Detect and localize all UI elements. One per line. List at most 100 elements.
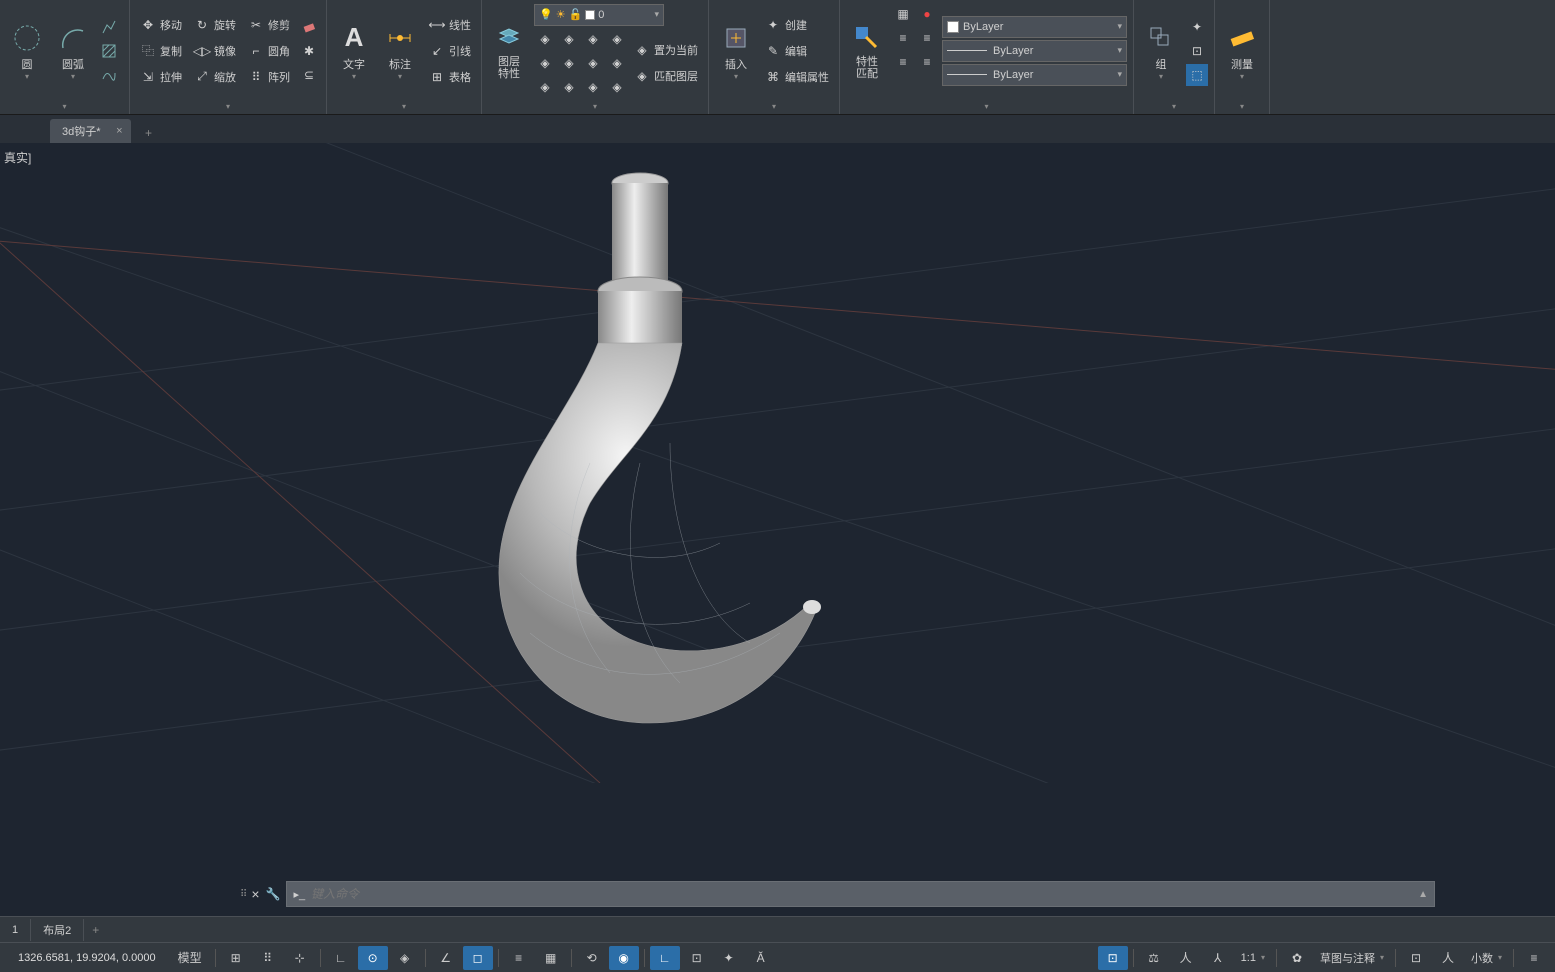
linetype-dropdown[interactable]: ByLayer bbox=[942, 64, 1127, 86]
prop-ic5[interactable]: ≡ bbox=[892, 51, 914, 73]
otrack-toggle[interactable]: ∠ bbox=[431, 946, 461, 970]
layout-tab-1[interactable]: 1 bbox=[0, 919, 31, 941]
panel-util-label[interactable] bbox=[1221, 98, 1263, 114]
offset-icon[interactable]: ⊆ bbox=[298, 64, 320, 86]
layer-ic2[interactable]: ◈ bbox=[558, 28, 580, 50]
stretch-button[interactable]: ⇲拉伸 bbox=[136, 65, 186, 89]
infer-toggle[interactable]: ⊹ bbox=[285, 946, 315, 970]
cmd-customize-icon[interactable]: 🔧 bbox=[266, 887, 281, 901]
gear-icon[interactable]: ✿ bbox=[1282, 946, 1312, 970]
layer-ic7[interactable]: ◈ bbox=[582, 52, 604, 74]
tab-add[interactable]: + bbox=[137, 123, 161, 143]
coordinates[interactable]: 1326.6581, 19.9204, 0.0000 bbox=[6, 952, 168, 964]
anno-auto-icon[interactable]: ⅄ bbox=[1203, 946, 1233, 970]
linear-button[interactable]: ⟷线性 bbox=[425, 13, 475, 37]
panel-draw-label[interactable] bbox=[6, 98, 123, 114]
layer-ic12[interactable]: ◈ bbox=[606, 76, 628, 98]
lw-toggle[interactable]: ≡ bbox=[504, 946, 534, 970]
prop-ic3[interactable]: ≡ bbox=[892, 27, 914, 49]
layer-ic8[interactable]: ◈ bbox=[606, 52, 628, 74]
move-button[interactable]: ✥移动 bbox=[136, 13, 186, 37]
polar-toggle[interactable]: ⊙ bbox=[358, 946, 388, 970]
scale-dropdown[interactable]: 1:1 bbox=[1235, 946, 1271, 970]
arc-button[interactable]: 圆弧 ▾ bbox=[52, 3, 94, 98]
color-dropdown[interactable]: ByLayer bbox=[942, 16, 1127, 38]
spline-icon[interactable] bbox=[98, 64, 120, 86]
erase-icon[interactable] bbox=[298, 16, 320, 38]
prop-ic1[interactable]: ▦ bbox=[892, 3, 914, 25]
rotate-button[interactable]: ↻旋转 bbox=[190, 13, 240, 37]
workspace-dropdown[interactable]: 草图与注释 bbox=[1314, 946, 1390, 970]
osnap-toggle[interactable]: ◻ bbox=[463, 946, 493, 970]
copy-button[interactable]: ⿻复制 bbox=[136, 39, 186, 63]
group-ic1[interactable]: ✦ bbox=[1186, 16, 1208, 38]
scale-button[interactable]: ⤢缩放 bbox=[190, 65, 240, 89]
document-tab[interactable]: 3d钩子* × bbox=[50, 119, 131, 143]
dim-button[interactable]: 标注▾ bbox=[379, 3, 421, 98]
panel-block-label[interactable] bbox=[715, 98, 833, 114]
fillet-button[interactable]: ⌐圆角 bbox=[244, 39, 294, 63]
match-layer-button[interactable]: ◈匹配图层 bbox=[630, 64, 702, 88]
panel-annot-label[interactable] bbox=[333, 98, 475, 114]
command-input[interactable] bbox=[311, 887, 1428, 901]
layer-ic11[interactable]: ◈ bbox=[582, 76, 604, 98]
group-ic3[interactable]: ⬚ bbox=[1186, 64, 1208, 86]
anno-vis-icon[interactable]: 人 bbox=[1171, 946, 1201, 970]
panel-layer-label[interactable] bbox=[488, 98, 702, 114]
trim-button[interactable]: ✂修剪 bbox=[244, 13, 294, 37]
cycle-toggle[interactable]: ⟲ bbox=[577, 946, 607, 970]
layer-ic4[interactable]: ◈ bbox=[606, 28, 628, 50]
circle-button[interactable]: 圆 ▾ bbox=[6, 3, 48, 98]
polyline-icon[interactable] bbox=[98, 16, 120, 38]
matchprops-button[interactable]: 特性 匹配 bbox=[846, 3, 888, 98]
insert-button[interactable]: 插入▾ bbox=[715, 3, 757, 98]
array-button[interactable]: ⠿阵列 bbox=[244, 65, 294, 89]
ann-toggle[interactable]: Ă bbox=[746, 946, 776, 970]
prop-ic2[interactable]: ● bbox=[916, 3, 938, 25]
create-block-button[interactable]: ✦创建 bbox=[761, 13, 833, 37]
layer-ic9[interactable]: ◈ bbox=[534, 76, 556, 98]
units-dropdown[interactable]: 小数 bbox=[1465, 946, 1508, 970]
cmd-history-up[interactable]: ▲ bbox=[1418, 889, 1428, 900]
layer-dropdown[interactable]: 💡 ☀ 🔓 0 bbox=[534, 4, 664, 26]
panel-modify-label[interactable] bbox=[136, 98, 320, 114]
lineweight-dropdown[interactable]: ByLayer bbox=[942, 40, 1127, 62]
layer-ic1[interactable]: ◈ bbox=[534, 28, 556, 50]
make-current-button[interactable]: ◈置为当前 bbox=[630, 38, 702, 62]
iso-toggle[interactable]: ◈ bbox=[390, 946, 420, 970]
3dosnap-toggle[interactable]: ◉ bbox=[609, 946, 639, 970]
layer-ic3[interactable]: ◈ bbox=[582, 28, 604, 50]
prop-ic4[interactable]: ≡ bbox=[916, 27, 938, 49]
layer-ic5[interactable]: ◈ bbox=[534, 52, 556, 74]
qp-toggle[interactable]: ⊡ bbox=[1098, 946, 1128, 970]
transp-toggle[interactable]: ▦ bbox=[536, 946, 566, 970]
cmd-close[interactable]: × bbox=[251, 886, 259, 902]
hatch-icon[interactable] bbox=[98, 40, 120, 62]
cmd-drag-handle[interactable]: ⠿ bbox=[240, 889, 245, 900]
edit-block-button[interactable]: ✎编辑 bbox=[761, 39, 833, 63]
snap-toggle[interactable]: ⠿ bbox=[253, 946, 283, 970]
monitor-icon[interactable]: ⊡ bbox=[1401, 946, 1431, 970]
person-icon[interactable]: 人 bbox=[1433, 946, 1463, 970]
ducs-toggle[interactable]: ∟ bbox=[650, 946, 680, 970]
measure-button[interactable]: 测量▾ bbox=[1221, 3, 1263, 98]
gizmo-toggle[interactable]: ✦ bbox=[714, 946, 744, 970]
sc-toggle[interactable]: ⊡ bbox=[682, 946, 712, 970]
grid-toggle[interactable]: ⊞ bbox=[221, 946, 251, 970]
viewport[interactable]: 真实] bbox=[0, 143, 1555, 783]
tab-close[interactable]: × bbox=[116, 125, 122, 137]
panel-props-label[interactable] bbox=[846, 98, 1127, 114]
layer-ic6[interactable]: ◈ bbox=[558, 52, 580, 74]
layerprops-button[interactable]: 图层 特性 bbox=[488, 3, 530, 98]
customize-statusbar[interactable]: ≡ bbox=[1519, 946, 1549, 970]
explode-icon[interactable]: ✱ bbox=[298, 40, 320, 62]
ortho-toggle[interactable]: ∟ bbox=[326, 946, 356, 970]
mirror-button[interactable]: ◁▷镜像 bbox=[190, 39, 240, 63]
table-button[interactable]: ⊞表格 bbox=[425, 65, 475, 89]
text-button[interactable]: A 文字▾ bbox=[333, 3, 375, 98]
leader-button[interactable]: ↙引线 bbox=[425, 39, 475, 63]
layout-tab-2[interactable]: 布局2 bbox=[31, 919, 84, 941]
prop-ic6[interactable]: ≡ bbox=[916, 51, 938, 73]
layer-ic10[interactable]: ◈ bbox=[558, 76, 580, 98]
panel-group-label[interactable] bbox=[1140, 98, 1208, 114]
